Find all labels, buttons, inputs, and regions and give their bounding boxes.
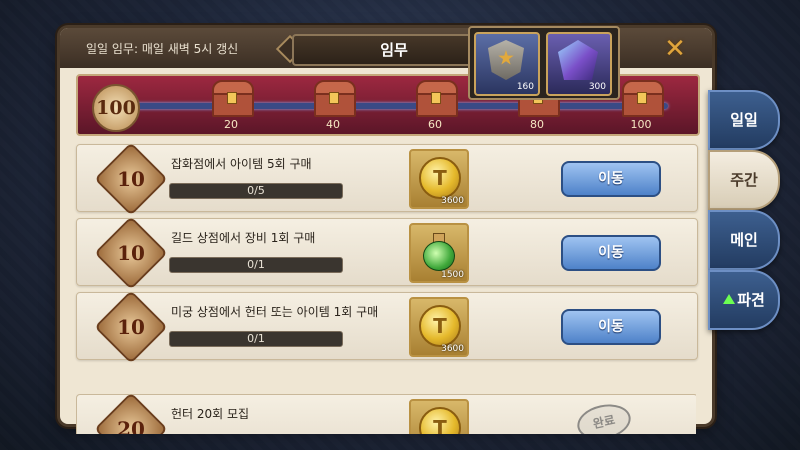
- coin-icon: T: [419, 407, 461, 434]
- quest-progress: 0/1: [169, 331, 343, 347]
- daily-reset-note: 일일 임무: 매일 새벽 5시 갱신: [86, 42, 239, 56]
- quest-row: 10 미궁 상점에서 헌터 또는 아이템 1회 구매 0/1 T 3600 이동: [76, 290, 698, 364]
- quest-points-badge: 20: [94, 394, 168, 434]
- milestone-reward-popup: 160 300: [468, 26, 620, 100]
- quest-title: 헌터 20회 모집: [171, 407, 250, 421]
- milestone-label: 100: [630, 118, 652, 131]
- reward-count: 3600: [441, 196, 464, 206]
- milestone-label: 40: [326, 118, 340, 131]
- potion-icon: [423, 233, 455, 271]
- milestone-chest-40[interactable]: [310, 80, 356, 117]
- milestone-label: 60: [428, 118, 442, 131]
- tab-daily[interactable]: 일일: [708, 90, 780, 150]
- quest-reward[interactable]: T 3600: [409, 297, 469, 357]
- milestone-chest-60[interactable]: [412, 80, 458, 117]
- panel-title: 임무: [292, 34, 496, 66]
- quest-points-badge: 10: [94, 216, 168, 290]
- tab-label: 파견: [737, 291, 765, 309]
- tab-weekly[interactable]: 주간: [708, 150, 780, 210]
- close-button[interactable]: ✕: [658, 34, 692, 64]
- quest-points-badge: 10: [94, 142, 168, 216]
- quest-row: 10 길드 상점에서 장비 1회 구매 0/1 1500 이동: [76, 216, 698, 290]
- quest-title: 잡화점에서 아이템 5회 구매: [171, 157, 312, 171]
- quest-row: 20 헌터 20회 모집 T 완료: [76, 394, 696, 434]
- reward-count: 1500: [441, 270, 464, 280]
- coin-icon: T: [419, 305, 461, 347]
- quest-title: 미궁 상점에서 헌터 또는 아이템 1회 구매: [171, 305, 379, 319]
- milestone-chest-20[interactable]: [208, 80, 254, 117]
- quest-progress: 0/5: [169, 183, 343, 199]
- quest-row: 10 잡화점에서 아이템 5회 구매 0/5 T 3600 이동: [76, 142, 698, 216]
- go-button[interactable]: 이동: [561, 309, 661, 345]
- quest-title: 길드 상점에서 장비 1회 구매: [171, 231, 316, 245]
- quest-reward[interactable]: T: [409, 399, 469, 434]
- quest-reward[interactable]: T 3600: [409, 149, 469, 209]
- reward-count: 160: [516, 82, 534, 92]
- milestone-chest-100[interactable]: [618, 80, 664, 117]
- completed-stamp: 완료: [574, 399, 634, 434]
- quest-list-clip: 20 헌터 20회 모집 T 완료: [76, 394, 696, 434]
- reward-slot[interactable]: 300: [546, 32, 612, 96]
- reward-count: 3600: [441, 344, 464, 354]
- go-button[interactable]: 이동: [561, 161, 661, 197]
- milestone-label: 80: [530, 118, 544, 131]
- coin-icon: T: [419, 157, 461, 199]
- quest-points-badge: 10: [94, 290, 168, 364]
- tab-main[interactable]: 메인: [708, 210, 780, 270]
- points-badge: 100: [92, 84, 140, 132]
- reward-count: 300: [588, 82, 606, 92]
- milestone-label: 20: [224, 118, 238, 131]
- up-arrow-icon: [723, 293, 736, 304]
- quest-reward[interactable]: 1500: [409, 223, 469, 283]
- tab-dispatch[interactable]: 파견: [708, 270, 780, 330]
- go-button[interactable]: 이동: [561, 235, 661, 271]
- quest-progress: 0/1: [169, 257, 343, 273]
- reward-slot[interactable]: 160: [474, 32, 540, 96]
- gem-icon: [558, 40, 598, 80]
